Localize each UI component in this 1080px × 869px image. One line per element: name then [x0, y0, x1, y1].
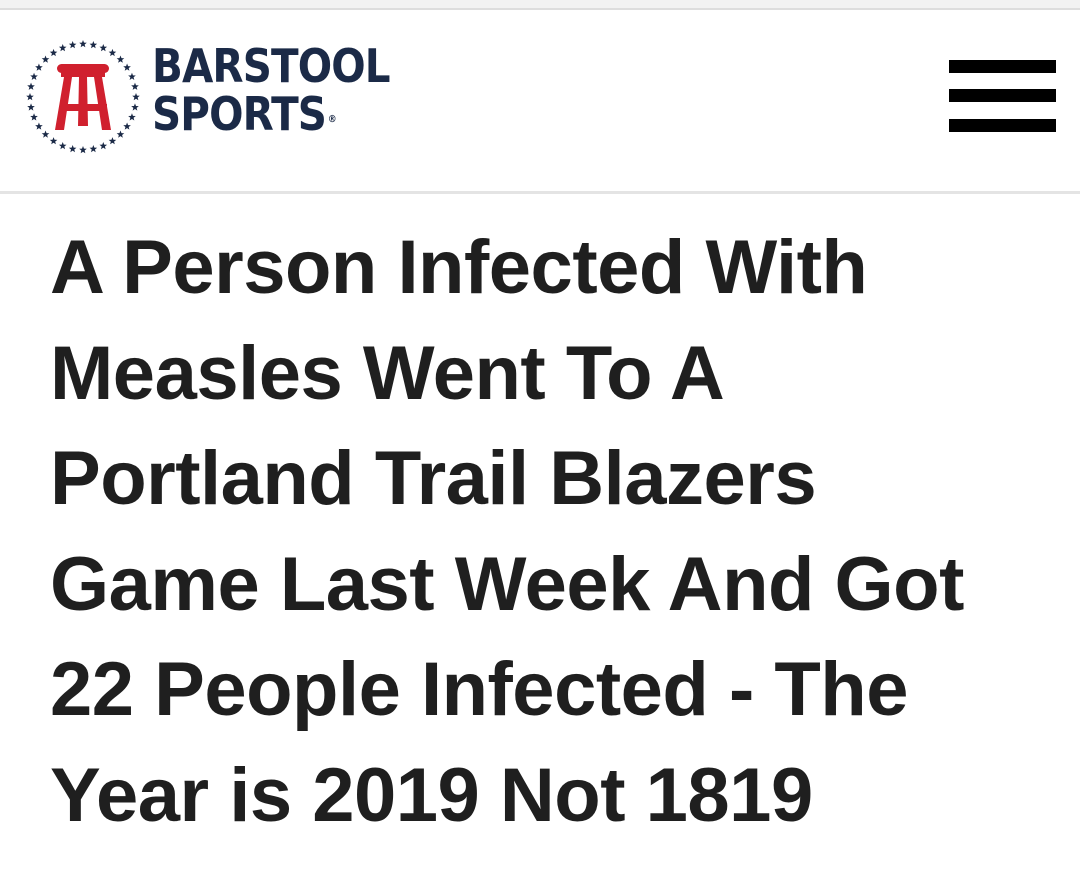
- emblem-star: [99, 44, 108, 52]
- menu-bar-middle: [949, 89, 1056, 102]
- emblem-star: [58, 141, 67, 150]
- emblem-star: [30, 113, 38, 121]
- emblem-star: [116, 130, 125, 138]
- emblem-star: [68, 144, 77, 153]
- emblem-star: [30, 72, 38, 80]
- menu-bar-top: [949, 60, 1056, 73]
- site-header: BARSTOOL SPORTS ®: [0, 10, 1080, 194]
- emblem-star: [108, 137, 117, 145]
- hamburger-menu-icon[interactable]: [946, 54, 1058, 138]
- emblem-star: [79, 146, 87, 154]
- emblem-star: [89, 41, 98, 49]
- emblem-star: [49, 137, 58, 145]
- emblem-star: [58, 44, 67, 52]
- emblem-star: [49, 48, 58, 57]
- registered-mark: ®: [327, 114, 337, 125]
- emblem-star: [131, 82, 139, 90]
- emblem-star: [41, 130, 50, 138]
- emblem-star: [132, 93, 140, 101]
- emblem-star: [99, 141, 108, 150]
- logo-wordmark: BARSTOOL SPORTS ®: [152, 42, 404, 152]
- emblem-star: [35, 122, 43, 130]
- menu-bar-bottom: [949, 119, 1056, 132]
- emblem-star: [128, 72, 136, 80]
- browser-top-strip: [0, 0, 1080, 10]
- emblem-star: [128, 113, 136, 121]
- emblem-star: [108, 48, 117, 57]
- logo-line-sports-text: SPORTS: [152, 87, 327, 141]
- emblem-star: [27, 82, 35, 90]
- emblem-star: [68, 41, 77, 49]
- emblem-star: [116, 55, 125, 63]
- emblem-star: [79, 40, 87, 48]
- emblem-star: [123, 63, 131, 71]
- emblem-star: [41, 55, 50, 63]
- emblem-star: [27, 103, 35, 111]
- barstool-stool-emblem-icon: [26, 40, 140, 154]
- barstool-sports-logo[interactable]: BARSTOOL SPORTS ®: [24, 38, 404, 162]
- article-headline: A Person Infected With Measles Went To A…: [50, 225, 964, 838]
- emblem-star: [26, 93, 34, 101]
- emblem-star: [131, 103, 139, 111]
- emblem-star: [123, 122, 131, 130]
- logo-line-barstool: BARSTOOL: [152, 39, 391, 93]
- emblem-star: [35, 63, 43, 71]
- emblem-star: [89, 144, 98, 153]
- logo-line-sports: SPORTS ®: [152, 90, 374, 138]
